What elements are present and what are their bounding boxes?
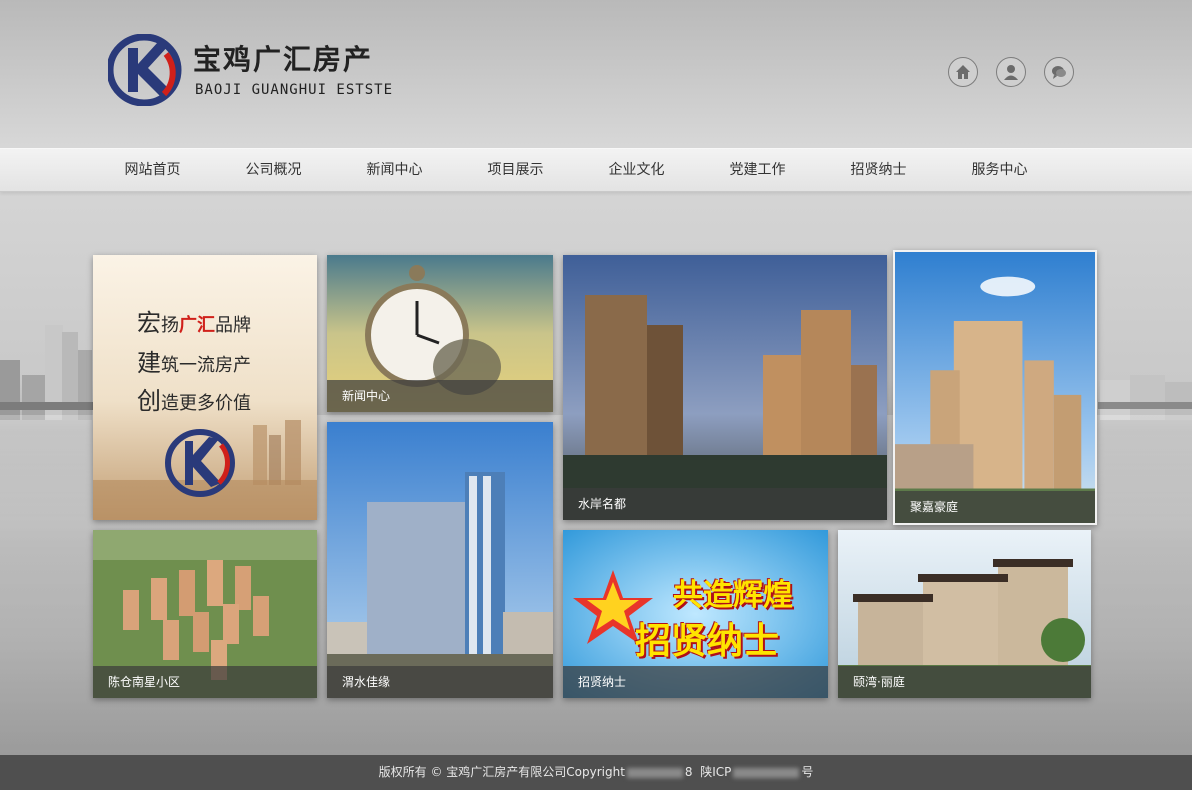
nav-item-careers[interactable]: 招贤纳士 bbox=[818, 149, 939, 191]
residential-towers-image bbox=[895, 252, 1095, 523]
brand-card[interactable]: 宏扬广汇品牌 建筑一流房产 创造更多价值 bbox=[93, 255, 317, 520]
slogan-char: 创 bbox=[137, 387, 161, 415]
tile-caption: 水岸名都 bbox=[563, 488, 887, 520]
brand-name-en: BAOJI GUANGHUI ESTSTE bbox=[195, 82, 394, 98]
office-tower-image bbox=[327, 422, 553, 698]
home-icon[interactable] bbox=[948, 57, 978, 87]
slogan-text: 品牌 bbox=[215, 315, 251, 336]
tile-waterfront[interactable]: 水岸名都 bbox=[563, 255, 887, 520]
nav-item-culture[interactable]: 企业文化 bbox=[576, 149, 697, 191]
redacted-text bbox=[626, 767, 683, 778]
copyright-year: 8 bbox=[684, 765, 693, 779]
slogan-char: 宏 bbox=[137, 309, 161, 337]
recruit-slogan-2: 招贤纳士 bbox=[635, 621, 780, 662]
slogan-text: 造更多价值 bbox=[161, 393, 251, 414]
tile-caption: 渭水佳缘 bbox=[327, 666, 553, 698]
tile-news[interactable]: 新闻中心 bbox=[327, 255, 553, 412]
main-nav: 网站首页 公司概况 新闻中心 项目展示 企业文化 党建工作 招贤纳士 服务中心 bbox=[0, 148, 1192, 192]
logo-icon[interactable] bbox=[108, 34, 184, 106]
slogan-char: 建 bbox=[137, 349, 161, 377]
tile-chenhe[interactable]: 陈仓南星小区 bbox=[93, 530, 317, 698]
site-footer: 版权所有 © 宝鸡广汇房产有限公司Copyright 8 陕ICP 号 bbox=[0, 755, 1192, 790]
nav-item-party[interactable]: 党建工作 bbox=[697, 149, 818, 191]
copyright-text: 版权所有 © 宝鸡广汇房产有限公司Copyright bbox=[378, 765, 625, 779]
slogan-text: 筑一流房产 bbox=[161, 355, 251, 376]
site-header: 宝鸡广汇房产 BAOJI GUANGHUI ESTSTE bbox=[0, 0, 1192, 148]
tile-recruit[interactable]: 共造辉煌 招贤纳士 招贤纳士 bbox=[563, 530, 828, 698]
chat-icon[interactable] bbox=[1044, 57, 1074, 87]
tile-caption: 新闻中心 bbox=[327, 380, 553, 412]
nav-item-news[interactable]: 新闻中心 bbox=[334, 149, 455, 191]
tile-liting[interactable]: 颐湾·丽庭 bbox=[838, 530, 1091, 698]
brand-name-cn: 宝鸡广汇房产 bbox=[193, 43, 374, 76]
nav-item-projects[interactable]: 项目展示 bbox=[455, 149, 576, 191]
tile-caption: 聚嘉豪庭 bbox=[895, 491, 1095, 523]
nav-item-about[interactable]: 公司概况 bbox=[213, 149, 334, 191]
tile-jujia[interactable]: 聚嘉豪庭 bbox=[893, 250, 1097, 525]
waterfront-towers-image bbox=[563, 255, 887, 520]
slogan-text: 扬 bbox=[161, 315, 179, 336]
user-icon[interactable] bbox=[996, 57, 1026, 87]
brand-slogan-line-2: 建筑一流房产 bbox=[137, 343, 251, 378]
tile-weishui[interactable]: 渭水佳缘 bbox=[327, 422, 553, 698]
tile-caption: 招贤纳士 bbox=[563, 666, 828, 698]
brand-slogan-line-1: 宏扬广汇品牌 bbox=[137, 303, 251, 338]
nav-item-home[interactable]: 网站首页 bbox=[92, 149, 213, 191]
brand-slogan-line-3: 创造更多价值 bbox=[137, 381, 251, 416]
tile-caption: 颐湾·丽庭 bbox=[838, 666, 1091, 698]
recruit-slogan-1: 共造辉煌 bbox=[673, 578, 793, 613]
nav-item-service[interactable]: 服务中心 bbox=[939, 149, 1060, 191]
icp-label[interactable]: 陕ICP bbox=[700, 765, 731, 779]
redacted-text bbox=[733, 767, 800, 778]
icp-suffix: 号 bbox=[801, 765, 814, 779]
slogan-brand: 广汇 bbox=[179, 315, 215, 336]
tile-caption: 陈仓南星小区 bbox=[93, 666, 317, 698]
